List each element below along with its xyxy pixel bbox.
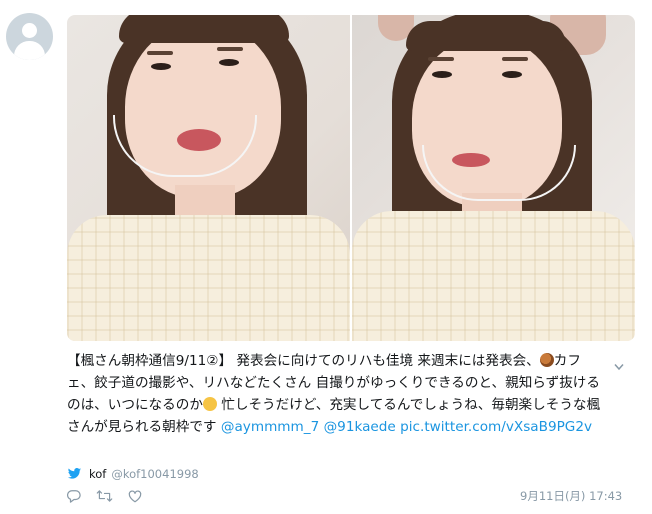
bangs-shape: [119, 15, 289, 43]
eye-shape: [502, 71, 522, 78]
eye-shape: [432, 71, 452, 78]
avatar-head-shape: [22, 23, 37, 38]
chevron-down-icon[interactable]: [614, 363, 624, 371]
tweet-text: 【楓さん朝枠通信9/11②】 発表会に向けてのリハも佳境 来週末には発表会、 カフ…: [67, 350, 607, 438]
timestamp[interactable]: 9月11日(月) 17:43: [520, 488, 622, 504]
eye-shape: [219, 59, 239, 66]
eyebrow-shape: [147, 51, 173, 55]
retweet-icon[interactable]: [96, 489, 113, 503]
tweet-text-segment: 【楓さん朝枠通信9/11②】 発表会に向けてのリハも佳境 来週末には発表会、: [67, 353, 540, 369]
eyebrow-shape: [217, 47, 243, 51]
tweet-actions: [67, 489, 142, 503]
source-name[interactable]: kof: [89, 467, 106, 481]
pic-link[interactable]: pic.twitter.com/vXsaB9PG2v: [400, 419, 592, 435]
thinking-face-emoji: [202, 397, 217, 411]
photo-right[interactable]: [352, 15, 635, 341]
tweet-source: kof @kof10041998: [67, 466, 199, 482]
eyebrow-shape: [428, 57, 454, 61]
bangs-shape: [406, 21, 566, 51]
photo-left[interactable]: [67, 15, 350, 341]
like-icon[interactable]: [128, 489, 142, 503]
blouse-shape: [67, 215, 350, 341]
mention-link[interactable]: @aymmmm_7: [221, 419, 319, 435]
snail-emoji: [539, 353, 554, 367]
reply-icon[interactable]: [67, 489, 81, 503]
twitter-bird-icon: [67, 468, 82, 479]
mention-link[interactable]: @91kaede: [324, 419, 396, 435]
tweet-media[interactable]: [67, 15, 635, 341]
avatar[interactable]: [6, 13, 53, 60]
eye-shape: [151, 63, 171, 70]
eyebrow-shape: [502, 57, 528, 61]
blouse-shape: [352, 211, 635, 341]
source-handle[interactable]: @kof10041998: [111, 467, 198, 481]
avatar-body-shape: [14, 41, 45, 60]
